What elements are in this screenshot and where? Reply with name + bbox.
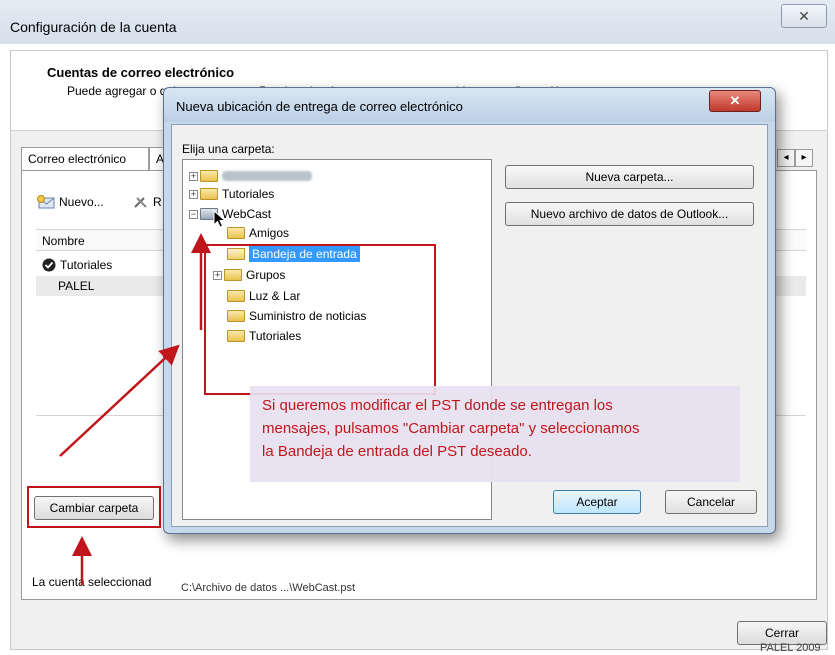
webcast-highlight: [204, 244, 436, 395]
scroll-right-icon[interactable]: ▸: [795, 149, 813, 167]
callout-line: la Bandeja de entrada del PST deseado.: [262, 443, 532, 460]
annotation-callout: Si queremos modificar el PST donde se en…: [250, 386, 740, 482]
callout-line: Si queremos modificar el PST donde se en…: [262, 397, 613, 414]
dialog-title-bar: Nueva ubicación de entrega de correo ele…: [164, 88, 775, 122]
callout-line: mensajes, pulsamos "Cambiar carpeta" y s…: [262, 420, 640, 437]
tree-item-account[interactable]: +: [189, 166, 312, 186]
change-folder-highlight: Cambiar carpeta: [27, 486, 161, 528]
new-label: Nuevo...: [59, 195, 104, 209]
close-icon[interactable]: ✕: [709, 90, 761, 112]
expand-icon[interactable]: +: [189, 189, 198, 199]
title-bar: Configuración de la cuenta ✕: [0, 0, 835, 44]
window-title: Configuración de la cuenta: [10, 19, 177, 35]
pst-path: C:\Archivo de datos ...\WebCast.pst: [181, 582, 356, 594]
new-data-file-button[interactable]: Nuevo archivo de datos de Outlook...: [505, 202, 754, 226]
collapse-icon[interactable]: −: [189, 209, 198, 219]
cancel-button[interactable]: Cancelar: [665, 490, 757, 514]
section-title: Cuentas de correo electrónico: [47, 65, 235, 80]
folder-label: Elija una carpeta:: [182, 142, 275, 156]
repair-label: R: [153, 195, 162, 209]
tab-email[interactable]: Correo electrónico: [21, 147, 149, 171]
account-name: Tutoriales: [60, 258, 113, 272]
close-icon[interactable]: ✕: [781, 4, 827, 28]
tab-scroll-buttons[interactable]: ◂ ▸: [777, 149, 817, 167]
folder-icon: [227, 227, 245, 239]
tree-item-amigos[interactable]: Amigos: [227, 223, 289, 243]
dialog-title: Nueva ubicación de entrega de correo ele…: [176, 99, 463, 114]
change-folder-button[interactable]: Cambiar carpeta: [34, 496, 154, 520]
new-folder-button[interactable]: Nueva carpeta...: [505, 165, 754, 189]
tree-label: Tutoriales: [222, 187, 275, 201]
tree-label: WebCast: [222, 207, 272, 221]
tree-item-webcast[interactable]: − WebCast: [189, 204, 271, 224]
blurred-account-name: [222, 171, 312, 181]
tree-label: Amigos: [249, 226, 290, 240]
mailbox-icon: [200, 188, 218, 200]
watermark: PALEL 2009: [760, 642, 821, 654]
account-name: PALEL: [58, 279, 95, 293]
new-mail-icon: [37, 195, 55, 209]
mouse-cursor-icon: [213, 210, 227, 228]
ok-button[interactable]: Aceptar: [553, 490, 641, 514]
mailbox-icon: [200, 170, 218, 182]
selected-account-label: La cuenta seleccionad: [32, 575, 152, 589]
tools-icon: [134, 197, 147, 208]
new-button[interactable]: Nuevo...: [36, 191, 104, 213]
expand-icon[interactable]: +: [189, 171, 198, 181]
tree-item-tutoriales[interactable]: + Tutoriales: [189, 184, 274, 204]
repair-button[interactable]: R: [132, 191, 162, 213]
scroll-left-icon[interactable]: ◂: [777, 149, 795, 167]
default-check-icon: [42, 258, 56, 272]
